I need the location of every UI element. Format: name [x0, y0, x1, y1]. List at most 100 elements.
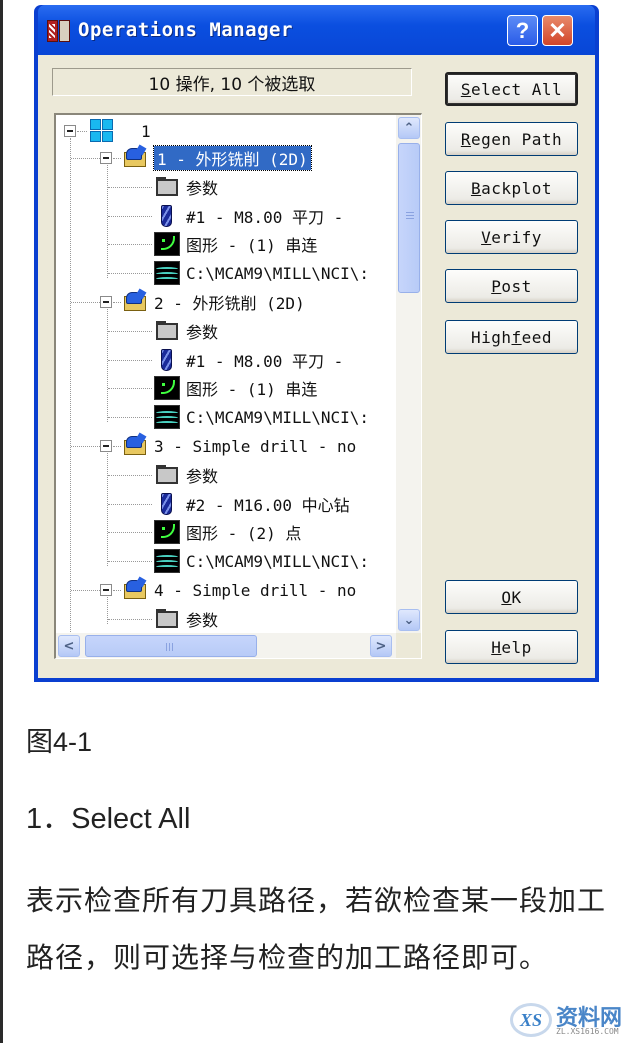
operation-child-node[interactable]: 参数 — [154, 462, 218, 488]
scroll-down-button[interactable]: ⌄ — [398, 609, 420, 631]
operation-child-node[interactable]: 参数 — [154, 318, 218, 344]
operation-child-node[interactable]: 参数 — [154, 606, 218, 632]
button-label: elp — [501, 637, 532, 657]
child-label: #2 - M16.00 中心钻 — [186, 495, 350, 515]
chevron-right-icon: > — [375, 638, 387, 654]
title-bar[interactable]: Operations Manager ? ✕ — [38, 5, 595, 55]
folder-icon — [154, 607, 180, 631]
child-label: C:\MCAM9\MILL\NCI\: — [186, 407, 370, 427]
post-button[interactable]: Post — [445, 269, 578, 303]
scroll-left-button[interactable]: < — [58, 635, 80, 657]
geometry-icon — [154, 520, 180, 545]
operation-node[interactable]: 4 - Simple drill - no — [122, 576, 356, 603]
operation-expander[interactable] — [100, 152, 112, 164]
tree-line — [107, 165, 108, 279]
operation-child-node[interactable]: #2 - M16.00 中心钻 — [154, 491, 350, 517]
button-label: egen Path — [470, 129, 563, 149]
accel-key: f — [511, 327, 522, 347]
highfeed-button[interactable]: High f eed — [445, 320, 578, 354]
operation-child-node[interactable]: C:\MCAM9\MILL\NCI\: — [154, 260, 369, 286]
horizontal-scrollbar[interactable]: < > — [56, 633, 396, 658]
tree-line — [71, 590, 100, 591]
operation-folder-icon — [122, 144, 148, 170]
tree-line — [108, 532, 152, 534]
tree-line — [108, 244, 152, 246]
section-heading: 1．Select All — [26, 803, 191, 835]
operation-child-node[interactable]: 图形 - (1) 串连 — [154, 231, 317, 257]
operation-child-node[interactable]: C:\MCAM9\MILL\NCI\: — [154, 548, 369, 574]
geometry-icon — [154, 232, 180, 257]
operation-node[interactable]: 3 - Simple drill - no — [122, 432, 356, 459]
watermark-url: ZL.XS1616.COM — [556, 1027, 619, 1036]
tree-line — [113, 446, 121, 447]
chevron-up-icon: ⌃ — [403, 120, 415, 136]
tree-line — [113, 158, 121, 159]
tree-line — [108, 273, 152, 275]
tree-line — [113, 590, 121, 591]
scroll-up-button[interactable]: ⌃ — [398, 117, 420, 139]
operation-child-node[interactable]: #1 - M8.00 平刀 - — [154, 347, 343, 373]
backplot-button[interactable]: Backplot — [445, 171, 578, 205]
figure-caption: 图4-1 — [26, 727, 93, 757]
watermark-logo-icon: XS — [510, 1003, 552, 1037]
operation-child-node[interactable]: 图形 - (1) 串连 — [154, 375, 317, 401]
folder-icon — [154, 175, 180, 199]
tree-line — [108, 186, 152, 188]
regen-path-button[interactable]: Regen Path — [445, 122, 578, 156]
vertical-scrollbar[interactable]: ⌃ ⌄ — [396, 115, 421, 633]
child-label: 参数 — [186, 178, 219, 198]
operation-child-node[interactable]: 参数 — [154, 174, 218, 200]
mastercam-app-icon — [46, 17, 72, 43]
button-label: ost — [501, 276, 532, 296]
child-label: 图形 - (2) 点 — [186, 524, 302, 544]
root-expander[interactable] — [64, 125, 76, 137]
tree-root[interactable]: 1 — [89, 118, 151, 144]
help-button[interactable]: Help — [445, 630, 578, 664]
tree-line — [107, 309, 108, 423]
child-label: 参数 — [186, 610, 219, 630]
tree-line — [108, 474, 152, 476]
tree-line — [108, 330, 152, 332]
operation-expander[interactable] — [100, 584, 112, 596]
operation-child-node[interactable]: #1 - M8.00 平刀 - — [154, 203, 343, 229]
operation-child-node[interactable]: 图形 - (2) 点 — [154, 519, 301, 545]
window-title: Operations Manager — [78, 19, 293, 41]
tree-line — [108, 618, 152, 620]
tree-line — [108, 503, 152, 505]
operation-node[interactable]: 2 - 外形铣削 (2D) — [122, 288, 305, 315]
folder-icon — [154, 463, 180, 487]
operation-child-node[interactable]: C:\MCAM9\MILL\NCI\: — [154, 404, 369, 430]
ok-button[interactable]: OK — [445, 580, 578, 614]
operation-node[interactable]: 1 - 外形铣削 (2D) — [122, 144, 312, 171]
operations-tree[interactable]: 1 1 - 外形铣削 (2D) 参数 #1 - M8.00 平刀 - 图形 - (1)… — [54, 113, 422, 659]
child-label: 图形 - (1) 串连 — [186, 236, 318, 256]
operation-expander[interactable] — [100, 296, 112, 308]
tool-icon — [154, 492, 180, 516]
nci-icon — [154, 549, 180, 574]
tree-line — [108, 561, 152, 563]
watermark: XS 资料网 ZL.XS1616.COM — [510, 1000, 636, 1040]
geometry-icon — [154, 376, 180, 401]
accel-key: O — [501, 587, 512, 607]
accel-key: V — [481, 227, 492, 247]
close-button[interactable]: ✕ — [542, 15, 573, 46]
chevron-down-icon: ⌄ — [403, 612, 415, 628]
verify-button[interactable]: Verify — [445, 220, 578, 254]
tree-content: 1 1 - 外形铣削 (2D) 参数 #1 - M8.00 平刀 - 图形 - (1)… — [56, 115, 396, 633]
button-label: K — [511, 587, 522, 607]
operations-group-icon — [89, 119, 115, 143]
tree-line — [108, 215, 152, 217]
vertical-scroll-thumb[interactable] — [398, 143, 420, 293]
question-icon: ? — [515, 17, 530, 43]
select-all-button[interactable]: Select All — [445, 72, 578, 106]
scroll-right-button[interactable]: > — [370, 635, 392, 657]
scrollbar-corner — [396, 633, 421, 658]
tree-line — [71, 446, 100, 447]
dialog-client: 10 操作, 10 个被选取 1 1 - 外形铣削 (2D) 参数 #1 - M8.… — [38, 55, 595, 678]
help-title-button[interactable]: ? — [507, 15, 538, 46]
operation-expander[interactable] — [100, 440, 112, 452]
horizontal-scroll-thumb[interactable] — [85, 635, 257, 657]
operation-folder-icon — [122, 576, 148, 602]
child-label: #1 - M8.00 平刀 - — [186, 351, 344, 371]
operation-label: 2 - 外形铣削 (2D) — [154, 294, 305, 313]
